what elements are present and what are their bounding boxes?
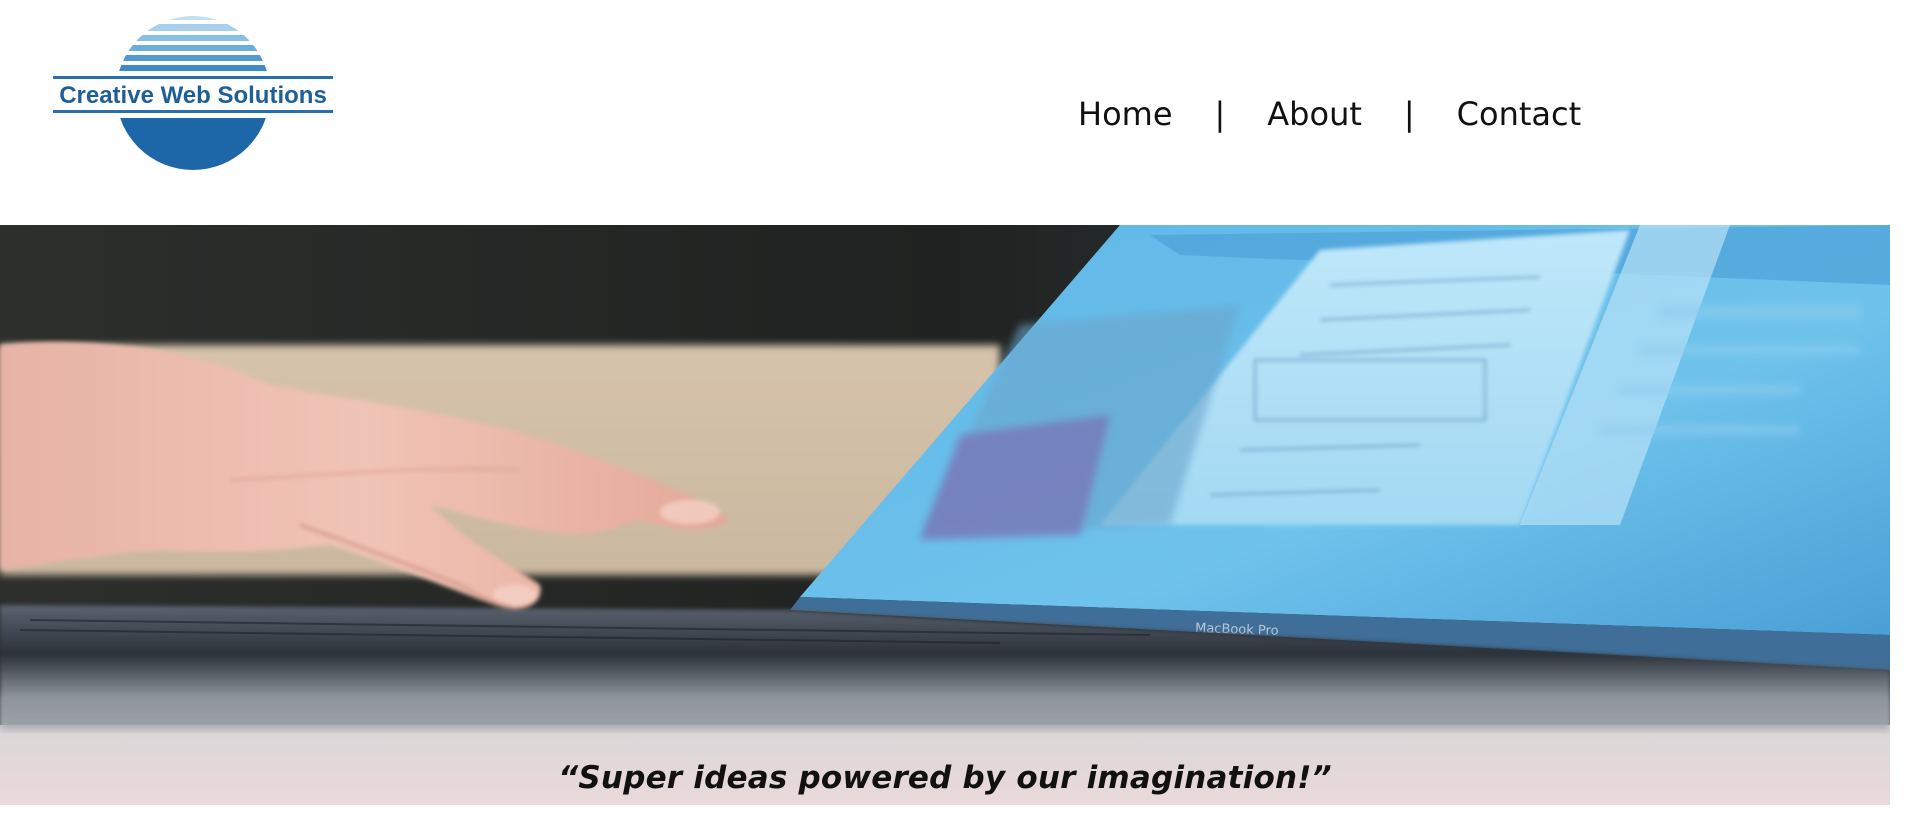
hero-image: MacBook Pro xyxy=(0,225,1890,805)
site-header: Creative Web Solutions Home | About | Co… xyxy=(0,0,1911,225)
logo-emblem: Creative Web Solutions xyxy=(53,16,333,170)
main-navigation: Home | About | Contact xyxy=(1078,92,1581,136)
nav-contact-link[interactable]: Contact xyxy=(1457,95,1582,133)
hero-tagline: “Super ideas powered by our imagination!… xyxy=(558,760,1332,796)
page: Creative Web Solutions Home | About | Co… xyxy=(0,0,1911,826)
nav-home-link[interactable]: Home xyxy=(1078,95,1173,133)
nav-about-link[interactable]: About xyxy=(1267,95,1362,133)
hero-banner: MacBook Pro “Super ideas powered by our … xyxy=(0,225,1890,805)
logo[interactable]: Creative Web Solutions xyxy=(48,10,333,175)
logo-text: Creative Web Solutions xyxy=(59,82,327,109)
nav-separator: | xyxy=(1214,95,1226,133)
nav-separator: | xyxy=(1403,95,1415,133)
